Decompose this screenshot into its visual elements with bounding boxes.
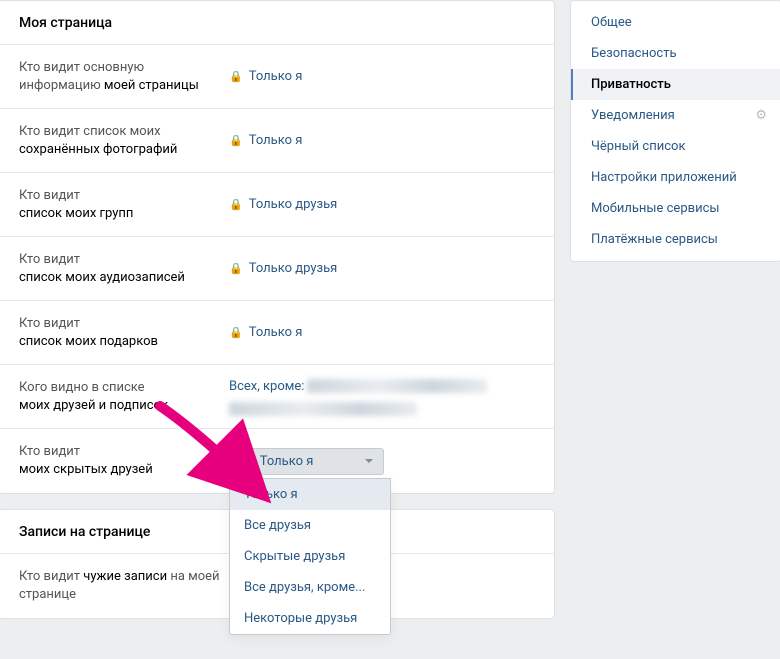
setting-label: Кого видно в спискемоих друзей и подписо… (19, 379, 229, 415)
nav-item-general[interactable]: Общее (571, 7, 780, 38)
gear-icon[interactable]: ⚙ (755, 108, 767, 123)
setting-value-groups[interactable]: 🔒 Только друзья (229, 196, 534, 214)
section-title-my-page: Моя страница (0, 1, 554, 45)
dropdown-option[interactable]: Скрытые друзья (230, 541, 390, 572)
nav-item-blacklist[interactable]: Чёрный список (571, 131, 780, 162)
privacy-my-page-panel: Моя страница Кто видит основную информац… (0, 0, 555, 494)
setting-row: Кого видно в спискемоих друзей и подписо… (0, 365, 554, 429)
dropdown-menu: Только я Все друзья Скрытые друзья Все д… (229, 478, 391, 635)
setting-value-basic-info[interactable]: 🔒 Только я (229, 68, 534, 86)
setting-value-audio[interactable]: 🔒 Только друзья (229, 260, 534, 278)
setting-label: Кто видит чужие записи на моей странице (19, 568, 229, 604)
redacted-names (307, 379, 487, 393)
settings-nav: Общее Безопасность Приватность Уведомлен… (570, 0, 780, 262)
setting-row: Кто видитсписок моих групп 🔒 Только друз… (0, 173, 554, 237)
redacted-names (229, 402, 417, 416)
dropdown-option[interactable]: Все друзья (230, 510, 390, 541)
setting-value-friends-list[interactable]: Всех, кроме: (229, 378, 534, 416)
nav-item-label: Уведомления (591, 108, 675, 123)
lock-icon: 🔒 (229, 260, 243, 278)
setting-label: Кто видит основную информацию моей стран… (19, 59, 229, 95)
setting-row: Кто видитсписок моих аудиозаписей 🔒 Толь… (0, 237, 554, 301)
dropdown-option[interactable]: Все друзья, кроме... (230, 572, 390, 603)
lock-icon: 🔒 (240, 455, 254, 468)
nav-item-mobile[interactable]: Мобильные сервисы (571, 193, 780, 224)
lock-icon: 🔒 (229, 196, 243, 214)
lock-icon: 🔒 (229, 68, 243, 86)
dropdown-selected: Только я (260, 454, 314, 469)
nav-item-privacy[interactable]: Приватность (571, 69, 780, 100)
nav-item-security[interactable]: Безопасность (571, 38, 780, 69)
setting-row-hidden-friends: Кто видитмоих скрытых друзей 🔒 Только я … (0, 429, 554, 493)
nav-item-payment[interactable]: Платёжные сервисы (571, 224, 780, 255)
hidden-friends-dropdown[interactable]: 🔒 Только я (229, 448, 384, 475)
nav-item-app-settings[interactable]: Настройки приложений (571, 162, 780, 193)
nav-item-notifications[interactable]: Уведомления ⚙ (571, 100, 780, 131)
setting-row: Кто видитсписок моих подарков 🔒 Только я (0, 301, 554, 365)
lock-icon: 🔒 (229, 324, 243, 342)
setting-value-saved-photos[interactable]: 🔒 Только я (229, 132, 534, 150)
setting-label: Кто видитсписок моих аудиозаписей (19, 251, 229, 287)
setting-label: Кто видит список моих сохранённых фотогр… (19, 123, 229, 159)
setting-label: Кто видитмоих скрытых друзей (19, 443, 229, 479)
dropdown-option[interactable]: Только я (230, 479, 390, 510)
setting-label: Кто видитсписок моих подарков (19, 315, 229, 351)
setting-row: Кто видит основную информацию моей стран… (0, 45, 554, 109)
setting-row: Кто видит список моих сохранённых фотогр… (0, 109, 554, 173)
lock-icon: 🔒 (229, 132, 243, 150)
dropdown-option[interactable]: Некоторые друзья (230, 603, 390, 634)
setting-label: Кто видитсписок моих групп (19, 187, 229, 223)
chevron-down-icon (365, 459, 373, 463)
setting-value-gifts[interactable]: 🔒 Только я (229, 324, 534, 342)
